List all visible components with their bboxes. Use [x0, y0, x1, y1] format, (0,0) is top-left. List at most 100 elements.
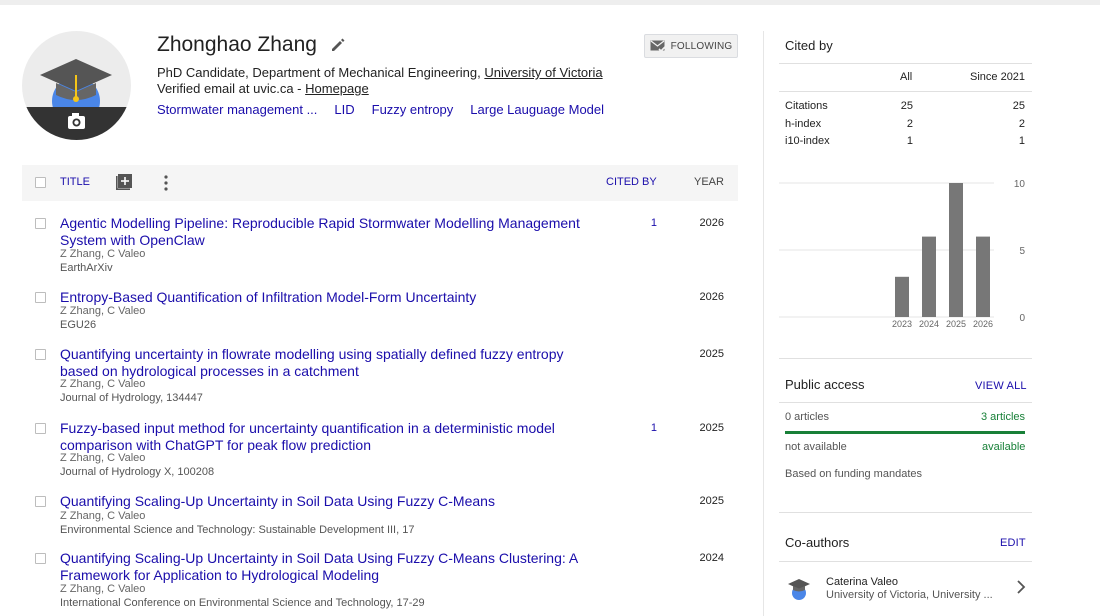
chart-x-tick-label: 2024: [919, 319, 939, 329]
affiliation-link[interactable]: University of Victoria: [484, 65, 602, 80]
interest-link[interactable]: Fuzzy entropy: [372, 102, 454, 117]
follow-label: FOLLOWING: [670, 40, 733, 52]
verified-email-line: Verified email at uvic.ca - Homepage: [157, 81, 369, 97]
article-authors: Z Zhang, C Valeo: [60, 452, 146, 464]
pencil-icon[interactable]: [330, 37, 346, 53]
article-authors: Z Zhang, C Valeo: [60, 305, 146, 317]
interest-link[interactable]: LID: [334, 102, 354, 117]
chart-x-tick-label: 2026: [973, 319, 993, 329]
article-row: Fuzzy-based input method for uncertainty…: [22, 420, 738, 480]
affiliation-line: PhD Candidate, Department of Mechanical …: [157, 65, 603, 81]
article-title[interactable]: Fuzzy-based input method for uncertainty…: [60, 420, 600, 454]
coauthor-name[interactable]: Caterina Valeo: [826, 576, 898, 588]
profile-name: Zhonghao Zhang: [157, 33, 317, 56]
chart-bar-2023[interactable]: [895, 276, 909, 317]
article-cited-by[interactable]: 1: [642, 422, 657, 434]
available-count[interactable]: 3 articles: [981, 411, 1025, 423]
article-title[interactable]: Agentic Modelling Pipeline: Reproducible…: [60, 215, 600, 249]
divider: [779, 561, 1032, 562]
cited-by-heading: Cited by: [785, 38, 833, 53]
col-since-header: Since 2021: [970, 71, 1026, 83]
article-cited-by[interactable]: 1: [642, 217, 657, 229]
chevron-right-icon[interactable]: [1015, 580, 1027, 594]
sort-by-cited-by[interactable]: CITED BY: [606, 176, 657, 188]
profile-avatar[interactable]: [22, 31, 131, 140]
col-all-header: All: [900, 71, 913, 83]
metric-since: 2: [1018, 118, 1025, 130]
article-authors: Z Zhang, C Valeo: [60, 510, 146, 522]
coauthor-avatar-icon: [787, 576, 811, 602]
chart-x-tick-label: 2023: [892, 319, 912, 329]
article-authors: Z Zhang, C Valeo: [60, 248, 146, 260]
article-year: 2025: [699, 495, 724, 507]
article-row: Quantifying Scaling-Up Uncertainty in So…: [22, 493, 738, 537]
article-venue: International Conference on Environmenta…: [60, 597, 425, 609]
not-available-label: not available: [785, 441, 847, 453]
chart-bar-2026[interactable]: [976, 236, 990, 317]
column-divider: [763, 31, 764, 616]
metric-label: Citations: [785, 100, 828, 112]
article-checkbox[interactable]: [35, 349, 46, 360]
public-access-heading: Public access: [785, 377, 865, 392]
article-venue: EarthArXiv: [60, 262, 113, 274]
metric-label: i10-index: [785, 135, 830, 147]
coauthors-heading: Co-authors: [785, 535, 850, 550]
metric-all: 25: [900, 100, 913, 112]
article-year: 2025: [699, 422, 724, 434]
coauthor-affiliation: University of Victoria, University ...: [826, 589, 993, 601]
article-checkbox[interactable]: [35, 423, 46, 434]
camera-icon: [68, 113, 85, 129]
article-title[interactable]: Quantifying Scaling-Up Uncertainty in So…: [60, 493, 600, 510]
interest-link[interactable]: Stormwater management ...: [157, 102, 317, 117]
article-title[interactable]: Quantifying Scaling-Up Uncertainty in So…: [60, 550, 600, 584]
article-checkbox[interactable]: [35, 496, 46, 507]
not-available-count[interactable]: 0 articles: [785, 411, 829, 423]
chart-y-tick-label: 0: [1019, 313, 1025, 324]
article-checkbox[interactable]: [35, 218, 46, 229]
article-venue: Environmental Science and Technology: Su…: [60, 524, 415, 536]
metric-all: 2: [906, 118, 913, 130]
metric-all: 1: [906, 135, 913, 147]
divider: [779, 63, 1032, 64]
chart-bar-2025[interactable]: [949, 183, 963, 317]
homepage-link[interactable]: Homepage: [305, 81, 369, 96]
change-photo-bar[interactable]: [22, 107, 131, 140]
mail-check-icon: [650, 40, 666, 52]
divider: [779, 512, 1032, 513]
select-all-checkbox[interactable]: [35, 177, 46, 188]
profile-name-row: Zhonghao Zhang: [157, 31, 346, 59]
divider: [779, 402, 1032, 403]
article-checkbox[interactable]: [35, 292, 46, 303]
article-venue: EGU26: [60, 319, 97, 331]
article-checkbox[interactable]: [35, 553, 46, 564]
article-title[interactable]: Quantifying uncertainty in flowrate mode…: [60, 346, 600, 380]
chart-bar-2024[interactable]: [922, 236, 936, 317]
chart-x-tick-label: 2025: [946, 319, 966, 329]
metric-label: h-index: [785, 118, 822, 130]
sort-by-year[interactable]: YEAR: [694, 176, 724, 188]
article-year: 2026: [699, 217, 724, 229]
citations-bar-chart: 0 5 10 2023 2024 2025 2026: [779, 179, 1025, 329]
article-row: Entropy-Based Quantification of Infiltra…: [22, 289, 738, 333]
more-options-icon[interactable]: [158, 174, 174, 192]
article-authors: Z Zhang, C Valeo: [60, 583, 146, 595]
follow-button[interactable]: FOLLOWING: [644, 34, 738, 58]
add-article-icon[interactable]: [116, 174, 132, 190]
article-year: 2026: [699, 291, 724, 303]
research-interests: Stormwater management ... LID Fuzzy entrop…: [157, 102, 621, 118]
article-venue: Journal of Hydrology X, 100208: [60, 466, 215, 478]
article-row: Agentic Modelling Pipeline: Reproducible…: [22, 215, 738, 275]
article-row: Quantifying Scaling-Up Uncertainty in So…: [22, 550, 738, 612]
view-all-link[interactable]: VIEW ALL: [975, 380, 1027, 392]
public-access-bar: [785, 431, 1025, 434]
article-authors: Z Zhang, C Valeo: [60, 378, 146, 390]
edit-coauthors-link[interactable]: EDIT: [1000, 537, 1026, 549]
article-year: 2025: [699, 348, 724, 360]
article-venue: Journal of Hydrology, 134447: [60, 392, 203, 404]
articles-table-header: TITLE CITED BY YEAR: [22, 165, 738, 201]
verified-email-text: Verified email at uvic.ca -: [157, 81, 306, 96]
interest-link[interactable]: Large Lauguage Model: [470, 102, 604, 117]
top-bar: [0, 0, 1100, 5]
article-year: 2024: [699, 552, 724, 564]
sort-by-title[interactable]: TITLE: [60, 176, 90, 188]
